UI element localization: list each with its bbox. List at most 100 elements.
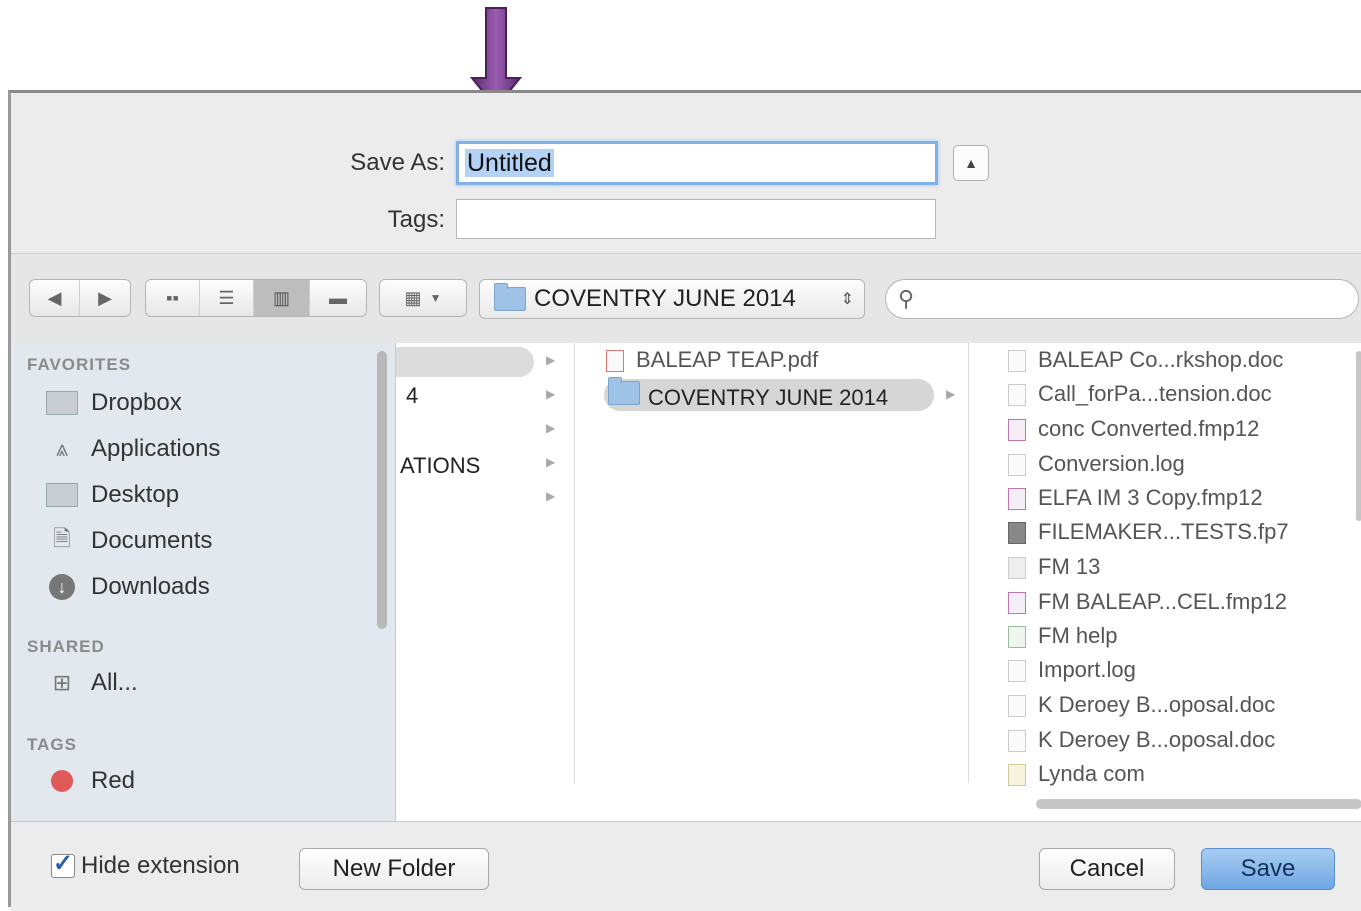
sidebar-item-label: Applications — [91, 435, 221, 462]
favorites-header: FAVORITES — [27, 355, 132, 374]
triangle-up-icon: ▲ — [964, 155, 978, 171]
column-browser: ▶ 4 ▶ ▶ ATIONS ▶ ▶ BALEAP TEAP.pdf COVEN… — [396, 343, 1361, 821]
save-button[interactable]: Save — [1201, 848, 1335, 890]
list-item[interactable]: Import.log — [1008, 657, 1136, 683]
new-folder-button[interactable]: New Folder — [299, 848, 489, 890]
list-item[interactable]: FILEMAKER...TESTS.fp7 — [1008, 519, 1289, 545]
coverflow-view-button[interactable]: ▬ — [310, 280, 366, 316]
sidebar-item-applications[interactable]: ⩓ Applications — [45, 435, 221, 463]
folder-icon — [494, 283, 526, 311]
filemaker-file-icon — [1008, 419, 1026, 442]
file-name: K Deroey B...oposal.doc — [1038, 692, 1276, 717]
file-name: Lynda com — [1038, 761, 1145, 786]
save-as-label: Save As: — [350, 149, 445, 176]
list-item[interactable]: BALEAP TEAP.pdf — [606, 347, 818, 373]
file-name: FM help — [1038, 623, 1118, 648]
sidebar-item-desktop[interactable]: Desktop — [45, 481, 179, 509]
column-view-button[interactable]: ▥ — [254, 280, 310, 316]
location-popup[interactable]: COVENTRY JUNE 2014 ⇕ — [479, 279, 865, 319]
chevron-down-icon: ▼ — [429, 291, 442, 305]
shared-header: SHARED — [27, 637, 105, 656]
coverflow-view-icon: ▬ — [329, 287, 347, 308]
list-item[interactable]: BALEAP Co...rkshop.doc — [1008, 347, 1283, 373]
list-item[interactable]: ATIONS — [400, 453, 480, 479]
save-as-input[interactable]: Untitled — [456, 141, 938, 185]
chevron-right-icon: ▶ — [546, 387, 556, 401]
sidebar-item-tag-red[interactable]: Red — [45, 767, 135, 795]
list-item[interactable]: ELFA IM 3 Copy.fmp12 — [1008, 485, 1263, 511]
tags-label: Tags: — [387, 206, 445, 233]
list-view-icon: ☰ — [218, 287, 235, 308]
database-file-icon — [1008, 522, 1026, 545]
sidebar-item-documents[interactable]: 🗎 Documents — [45, 526, 213, 555]
list-item[interactable]: 4 — [406, 383, 418, 409]
sidebar-item-label: All... — [91, 669, 138, 696]
tags-header: TAGS — [27, 735, 77, 754]
list-item[interactable]: FM help — [1008, 623, 1117, 649]
list-item[interactable]: FM BALEAP...CEL.fmp12 — [1008, 589, 1287, 615]
file-name: Import.log — [1038, 657, 1136, 682]
file-name: conc Converted.fmp12 — [1038, 416, 1260, 441]
arrange-button[interactable]: ▦ ▼ — [379, 279, 467, 317]
chevron-right-icon: ▶ — [546, 353, 556, 367]
file-name: FM 13 — [1038, 554, 1101, 579]
list-item[interactable]: K Deroey B...oposal.doc — [1008, 727, 1275, 753]
updown-chevron-icon: ⇕ — [840, 291, 854, 308]
filemaker-file-icon — [1008, 592, 1026, 615]
list-view-button[interactable]: ☰ — [200, 280, 254, 316]
applications-icon: ⩓ — [55, 436, 69, 461]
column-divider[interactable] — [574, 343, 575, 783]
arrange-grid-icon: ▦ — [404, 287, 422, 308]
checkmark-icon — [51, 849, 75, 878]
chevron-right-icon: ▶ — [946, 387, 956, 401]
column-scrollbar[interactable] — [1356, 351, 1361, 521]
back-button[interactable]: ◀ — [30, 280, 80, 316]
desktop-icon — [45, 481, 79, 509]
chevron-right-icon: ▶ — [546, 455, 556, 469]
expand-dialog-button[interactable]: ▲ — [953, 145, 989, 181]
sidebar-item-dropbox[interactable]: Dropbox — [45, 389, 182, 417]
forward-arrow-icon: ▶ — [98, 287, 112, 308]
document-icon — [1008, 730, 1026, 753]
chevron-right-icon: ▶ — [546, 421, 556, 435]
sidebar-item-downloads[interactable]: ↓ Downloads — [45, 573, 210, 601]
horizontal-scrollbar[interactable] — [1036, 799, 1361, 809]
back-forward-control: ◀ ▶ — [29, 279, 131, 317]
icon-view-icon: ▪▪ — [166, 287, 179, 308]
log-file-icon — [1008, 660, 1026, 683]
sidebar-item-label: Desktop — [91, 481, 180, 508]
search-input[interactable]: ⚲ — [885, 279, 1359, 319]
file-name: BALEAP Co...rkshop.doc — [1038, 347, 1284, 372]
documents-icon: 🗎 — [53, 526, 71, 551]
sidebar-item-label: Dropbox — [91, 389, 182, 416]
pdf-file-icon — [606, 350, 624, 373]
folder-name: COVENTRY JUNE 2014 — [648, 385, 889, 410]
sidebar-item-label: Documents — [91, 527, 213, 554]
list-item[interactable]: Lynda com — [1008, 761, 1145, 787]
sidebar-scrollbar[interactable] — [377, 351, 387, 629]
hide-extension-label: Hide extension — [81, 852, 240, 879]
list-item[interactable]: Call_forPa...tension.doc — [1008, 381, 1272, 407]
tags-input[interactable] — [456, 199, 936, 239]
column-view-icon: ▥ — [272, 287, 290, 308]
save-dialog: Save As: Untitled ▲ Tags: ◀ ▶ ▪▪ ☰ ▥ ▬ ▦… — [8, 90, 1361, 911]
column-divider[interactable] — [968, 343, 969, 783]
icon-view-button[interactable]: ▪▪ — [146, 280, 200, 316]
list-item[interactable]: K Deroey B...oposal.doc — [1008, 692, 1275, 718]
document-icon — [1008, 384, 1026, 407]
list-item[interactable]: conc Converted.fmp12 — [1008, 416, 1259, 442]
forward-button[interactable]: ▶ — [80, 280, 130, 316]
list-item-selected[interactable]: COVENTRY JUNE 2014 — [608, 377, 889, 411]
file-name: Conversion.log — [1038, 451, 1185, 476]
sidebar-item-all[interactable]: ⊞ All... — [45, 669, 138, 697]
file-name: FILEMAKER...TESTS.fp7 — [1038, 519, 1289, 544]
file-name: BALEAP TEAP.pdf — [636, 347, 819, 372]
hide-extension-checkbox[interactable]: Hide extension — [51, 849, 240, 880]
list-item[interactable]: Conversion.log — [1008, 451, 1185, 477]
downloads-icon: ↓ — [45, 573, 79, 601]
col1-selected-row[interactable] — [396, 347, 534, 377]
cancel-button[interactable]: Cancel — [1039, 848, 1175, 890]
search-icon: ⚲ — [898, 286, 915, 311]
list-item[interactable]: FM 13 — [1008, 554, 1100, 580]
file-name: FM BALEAP...CEL.fmp12 — [1038, 589, 1288, 614]
